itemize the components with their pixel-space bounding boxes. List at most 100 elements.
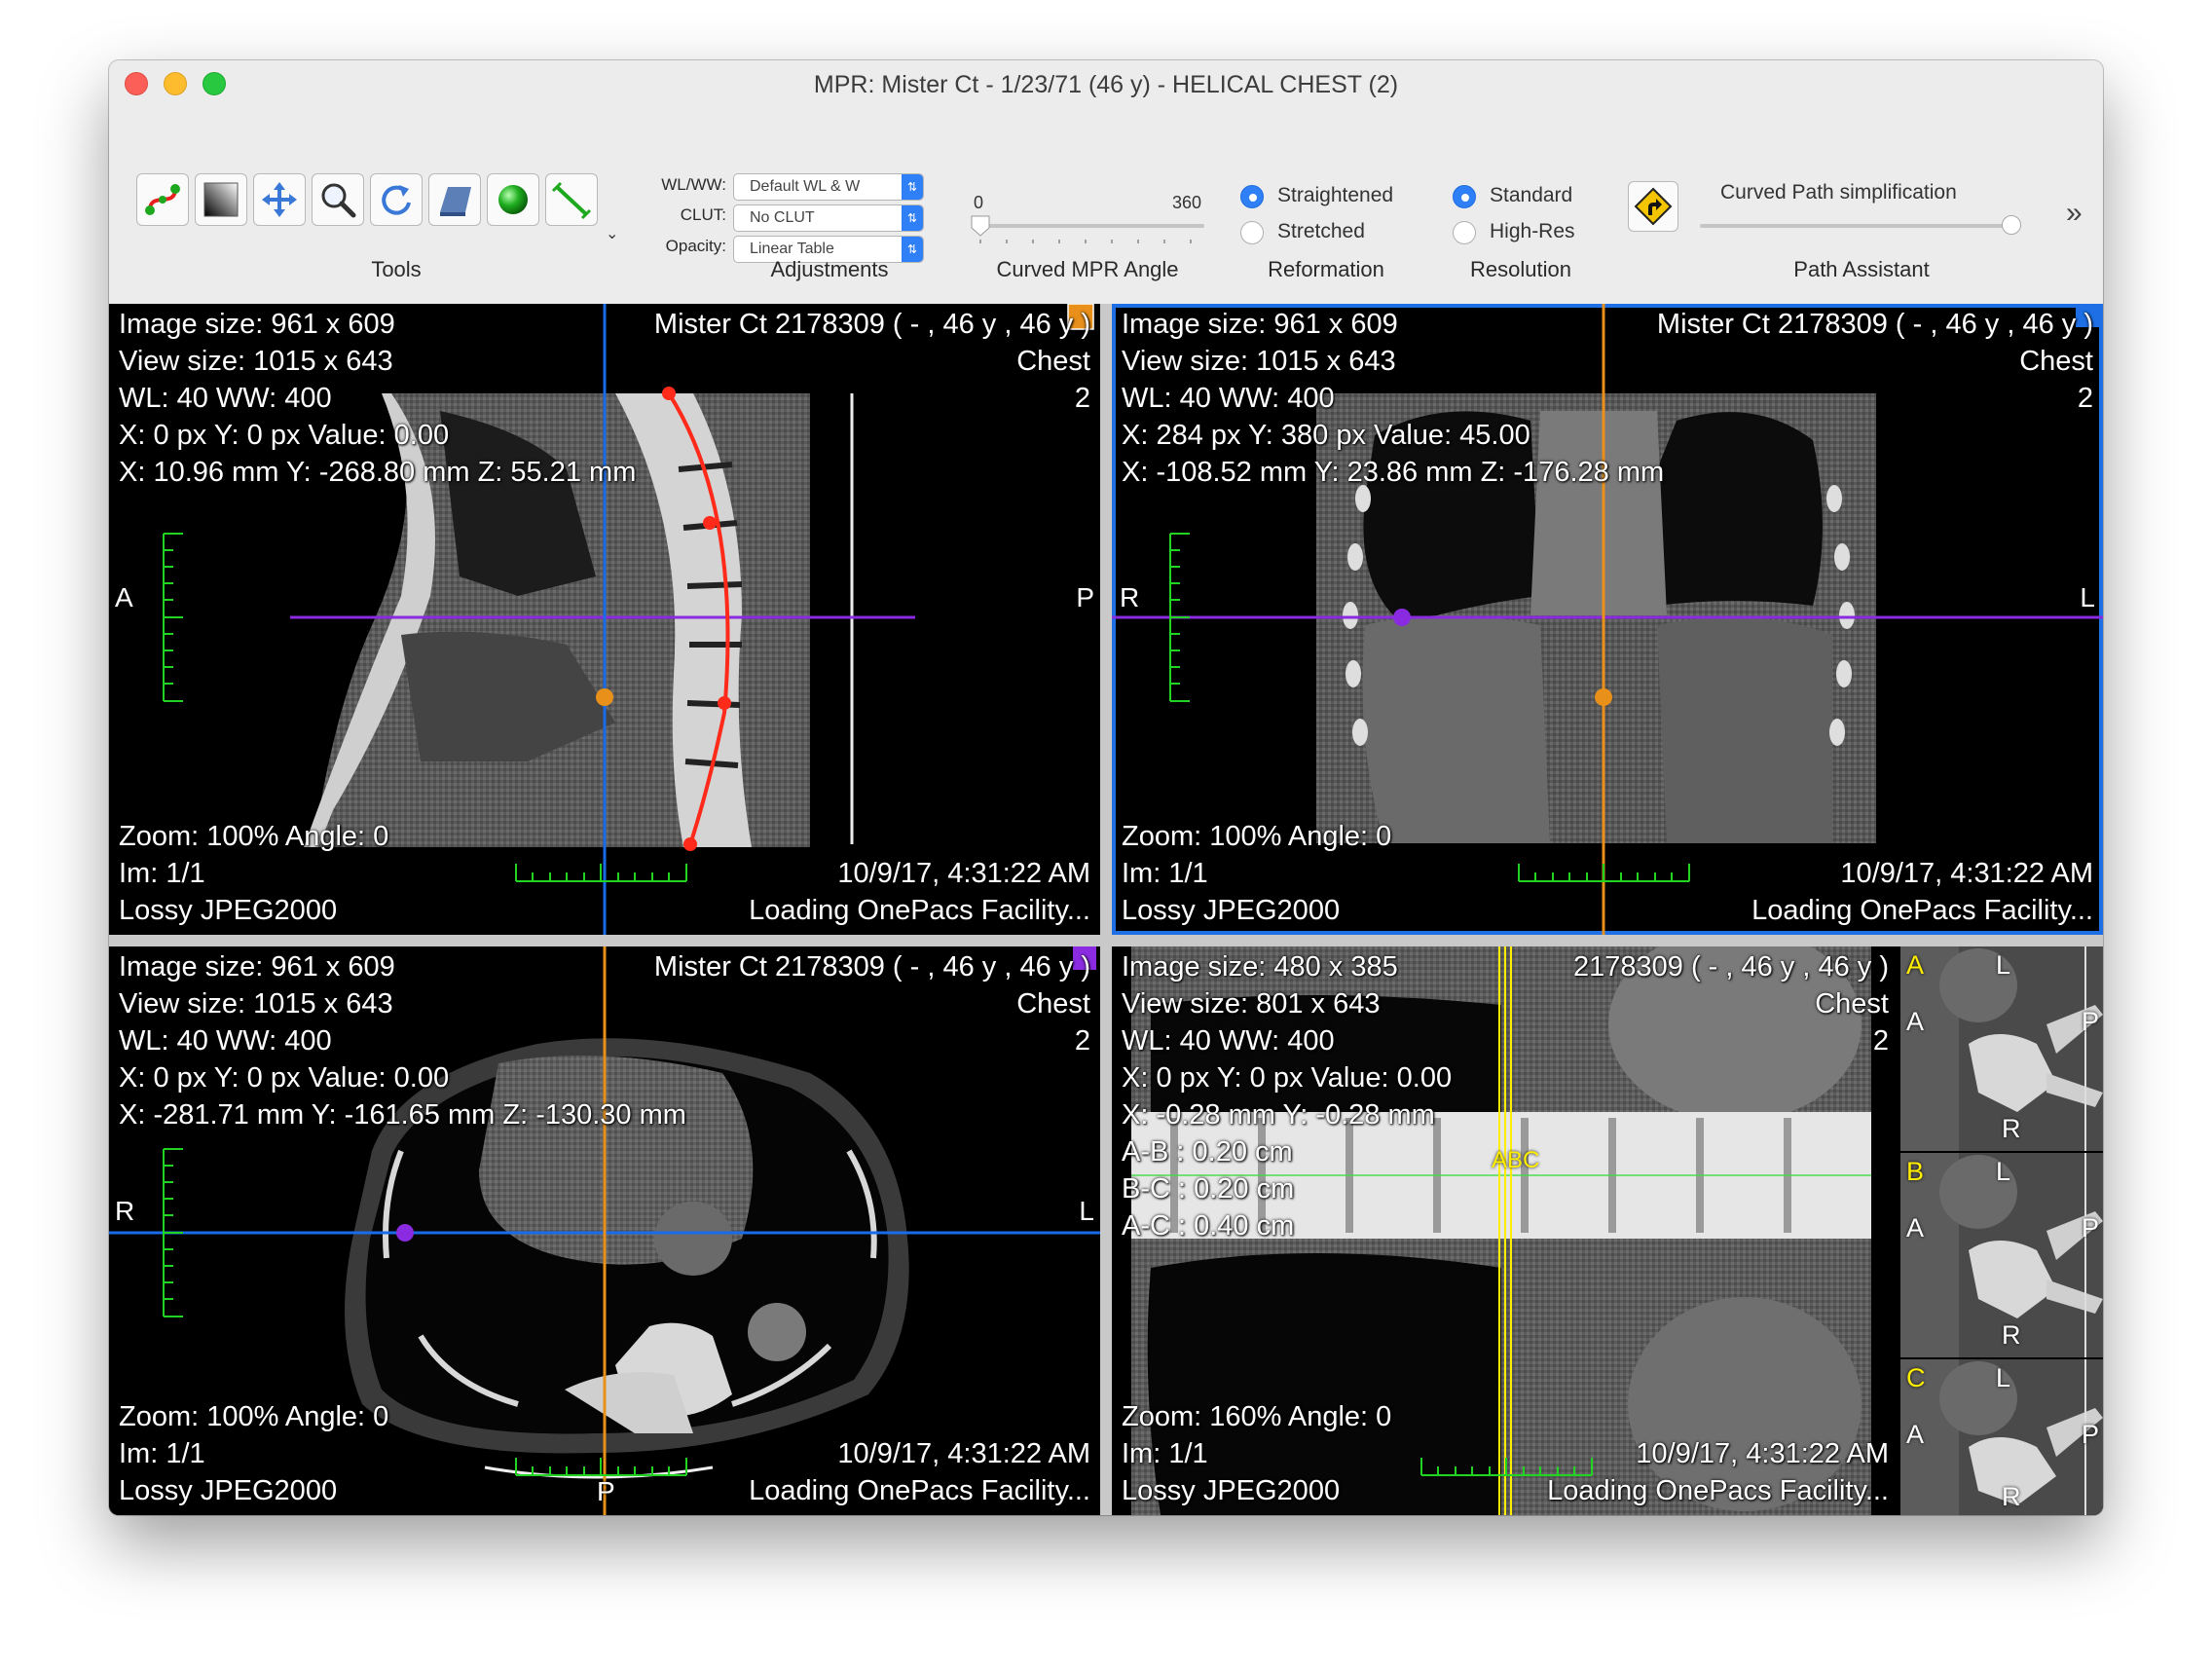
- cross-section-c-bottom: R: [2002, 1482, 2021, 1511]
- move-icon: [262, 182, 297, 217]
- wl-ww-text: WL: 40 WW: 400: [1122, 383, 1335, 414]
- image-index-text: Im: 1/1: [1122, 858, 1208, 889]
- image-index-text: Im: 1/1: [119, 858, 205, 889]
- close-button[interactable]: [125, 72, 148, 95]
- wlww-value: Default WL & W: [750, 178, 861, 195]
- cross-section-c-right: P: [2082, 1420, 2100, 1449]
- compression-text: Lossy JPEG2000: [119, 1475, 338, 1506]
- high-res-label: High-Res: [1490, 220, 1575, 242]
- window-level-tool-button[interactable]: [195, 173, 247, 226]
- curved-angle-group-label: Curved MPR Angle: [996, 257, 1179, 281]
- curved-path-tool-button[interactable]: [136, 173, 189, 226]
- minimize-button[interactable]: [164, 72, 187, 95]
- facility-text: Loading OnePacs Facility...: [1751, 895, 2093, 926]
- coronal-info-tr: Mister Ct 2178309 ( - , 46 y , 46 y ) Ch…: [1657, 306, 2093, 417]
- angle-max-label: 360: [1172, 193, 1202, 212]
- date-text: 10/9/17, 4:31:22 AM: [837, 1438, 1090, 1469]
- cross-section-c-letter: C: [1906, 1363, 1926, 1392]
- facility-text: Loading OnePacs Facility...: [749, 895, 1090, 926]
- rotate-tool-button[interactable]: [370, 173, 423, 226]
- image-size-text: Image size: 480 x 385: [1122, 951, 1398, 983]
- opacity-label: Opacity:: [665, 237, 726, 255]
- high-res-radio[interactable]: [1453, 221, 1476, 244]
- tools-more-chevron-icon[interactable]: ⌄: [606, 224, 618, 243]
- cross-section-c[interactable]: C L A P R: [1900, 1359, 2103, 1515]
- series-text: 2: [1074, 1025, 1090, 1057]
- view-size-text: View size: 1015 x 643: [1122, 346, 1396, 377]
- opacity-value: Linear Table: [750, 241, 834, 257]
- axial-info-bl: Zoom: 100% Angle: 0 Im: 1/1 Lossy JPEG20…: [119, 1398, 388, 1509]
- wl-ww-text: WL: 40 WW: 400: [119, 1025, 332, 1057]
- axial-viewport[interactable]: Image size: 961 x 609 View size: 1015 x …: [109, 946, 1100, 1515]
- path-assistant-button[interactable]: [1628, 181, 1678, 232]
- orientation-left: R: [1120, 582, 1140, 612]
- wlww-popup[interactable]: Default WL & W ⇅: [733, 173, 924, 201]
- compression-text: Lossy JPEG2000: [119, 895, 338, 926]
- path-simplification-track: [1700, 224, 2021, 228]
- angle-min-label: 0: [974, 193, 984, 212]
- study-text: Chest: [1815, 988, 1889, 1020]
- cross-section-a[interactable]: A L A P R: [1900, 946, 2103, 1151]
- straightened-radio[interactable]: [1240, 185, 1264, 208]
- coronal-info-bl: Zoom: 100% Angle: 0 Im: 1/1 Lossy JPEG20…: [1122, 818, 1391, 929]
- date-text: 10/9/17, 4:31:22 AM: [1840, 858, 2093, 889]
- image-index-text: Im: 1/1: [1122, 1438, 1208, 1469]
- toolbar-overflow-icon[interactable]: »: [2066, 197, 2083, 230]
- orientation-right: L: [2080, 582, 2095, 612]
- clut-popup-arrow-icon: ⇅: [902, 205, 923, 231]
- cross-section-c-top: L: [1996, 1363, 2011, 1392]
- thickness-tool-button[interactable]: [428, 173, 481, 226]
- axial-info-tl: Image size: 961 x 609 View size: 1015 x …: [119, 948, 686, 1133]
- zoom-text: Zoom: 100% Angle: 0: [1122, 821, 1392, 852]
- window-level-icon: [203, 182, 239, 217]
- view-size-text: View size: 1015 x 643: [119, 346, 393, 377]
- zoom-button[interactable]: [203, 72, 226, 95]
- facility-text: Loading OnePacs Facility...: [1547, 1475, 1889, 1506]
- view-size-text: View size: 801 x 643: [1122, 988, 1381, 1020]
- image-index-text: Im: 1/1: [119, 1438, 205, 1469]
- wl-ww-text: WL: 40 WW: 400: [1122, 1025, 1335, 1057]
- ruler-tool-button[interactable]: [545, 173, 598, 226]
- path-assistant-group-label: Path Assistant: [1793, 257, 1930, 281]
- vertical-splitter[interactable]: [1100, 304, 1112, 1515]
- cross-section-b-bottom: R: [2002, 1320, 2021, 1350]
- series-text: 2: [1872, 1025, 1889, 1057]
- cross-section-a-left: A: [1906, 1007, 1925, 1036]
- move-tool-button[interactable]: [253, 173, 306, 226]
- path-assistant-icon: [1634, 187, 1673, 226]
- distance-ab-text: A-B : 0.20 cm: [1122, 1136, 1293, 1168]
- series-text: 2: [2077, 383, 2093, 414]
- window-title: MPR: Mister Ct - 1/23/71 (46 y) - HELICA…: [813, 70, 1399, 98]
- zoom-text: Zoom: 100% Angle: 0: [119, 1401, 389, 1432]
- straightened-label: Straightened: [1277, 184, 1394, 206]
- path-simplification-label: Curved Path simplification: [1720, 181, 1957, 204]
- path-simplification-slider[interactable]: [2002, 215, 2021, 235]
- standard-radio[interactable]: [1453, 185, 1476, 208]
- coronal-viewport[interactable]: Image size: 961 x 609 View size: 1015 x …: [1112, 304, 2103, 935]
- orientation-left: R: [115, 1196, 135, 1226]
- axial-info-tr: Mister Ct 2178309 ( - , 46 y , 46 y ) Ch…: [654, 948, 1090, 1059]
- zoom-tool-button[interactable]: [312, 173, 364, 226]
- mm-position-text: X: -281.71 mm Y: -161.65 mm Z: -130.30 m…: [119, 1099, 686, 1131]
- clut-popup[interactable]: No CLUT ⇅: [733, 204, 924, 232]
- 3d-point-tool-button[interactable]: [487, 173, 539, 226]
- angle-slider[interactable]: [968, 214, 1201, 243]
- coronal-info-br: 10/9/17, 4:31:22 AM Loading OnePacs Faci…: [1751, 855, 2093, 929]
- pixel-value-text: X: 0 px Y: 0 px Value: 0.00: [119, 420, 450, 451]
- pixel-value-text: X: 0 px Y: 0 px Value: 0.00: [1122, 1062, 1453, 1094]
- horizontal-splitter[interactable]: [109, 935, 2103, 946]
- curved-path-icon: [145, 184, 180, 215]
- sagittal-info-tl: Image size: 961 x 609 View size: 1015 x …: [119, 306, 636, 491]
- mm-position-text: X: -108.52 mm Y: 23.86 mm Z: -176.28 mm: [1122, 457, 1665, 488]
- compression-text: Lossy JPEG2000: [1122, 1475, 1341, 1506]
- resolution-group-label: Resolution: [1470, 257, 1571, 281]
- ruler-icon: [551, 181, 592, 220]
- orientation-bottom: P: [597, 1476, 615, 1506]
- cross-section-c-left: A: [1906, 1420, 1925, 1449]
- stretched-radio[interactable]: [1240, 221, 1264, 244]
- sagittal-info-bl: Zoom: 100% Angle: 0 Im: 1/1 Lossy JPEG20…: [119, 818, 388, 929]
- wlww-label: WL/WW:: [661, 175, 726, 194]
- curved-mpr-viewport[interactable]: ABC Image size: 480 x 385 View size: 801…: [1112, 946, 1899, 1515]
- cross-section-b[interactable]: B L A P R: [1900, 1153, 2103, 1357]
- sagittal-viewport[interactable]: Image size: 961 x 609 View size: 1015 x …: [109, 304, 1100, 935]
